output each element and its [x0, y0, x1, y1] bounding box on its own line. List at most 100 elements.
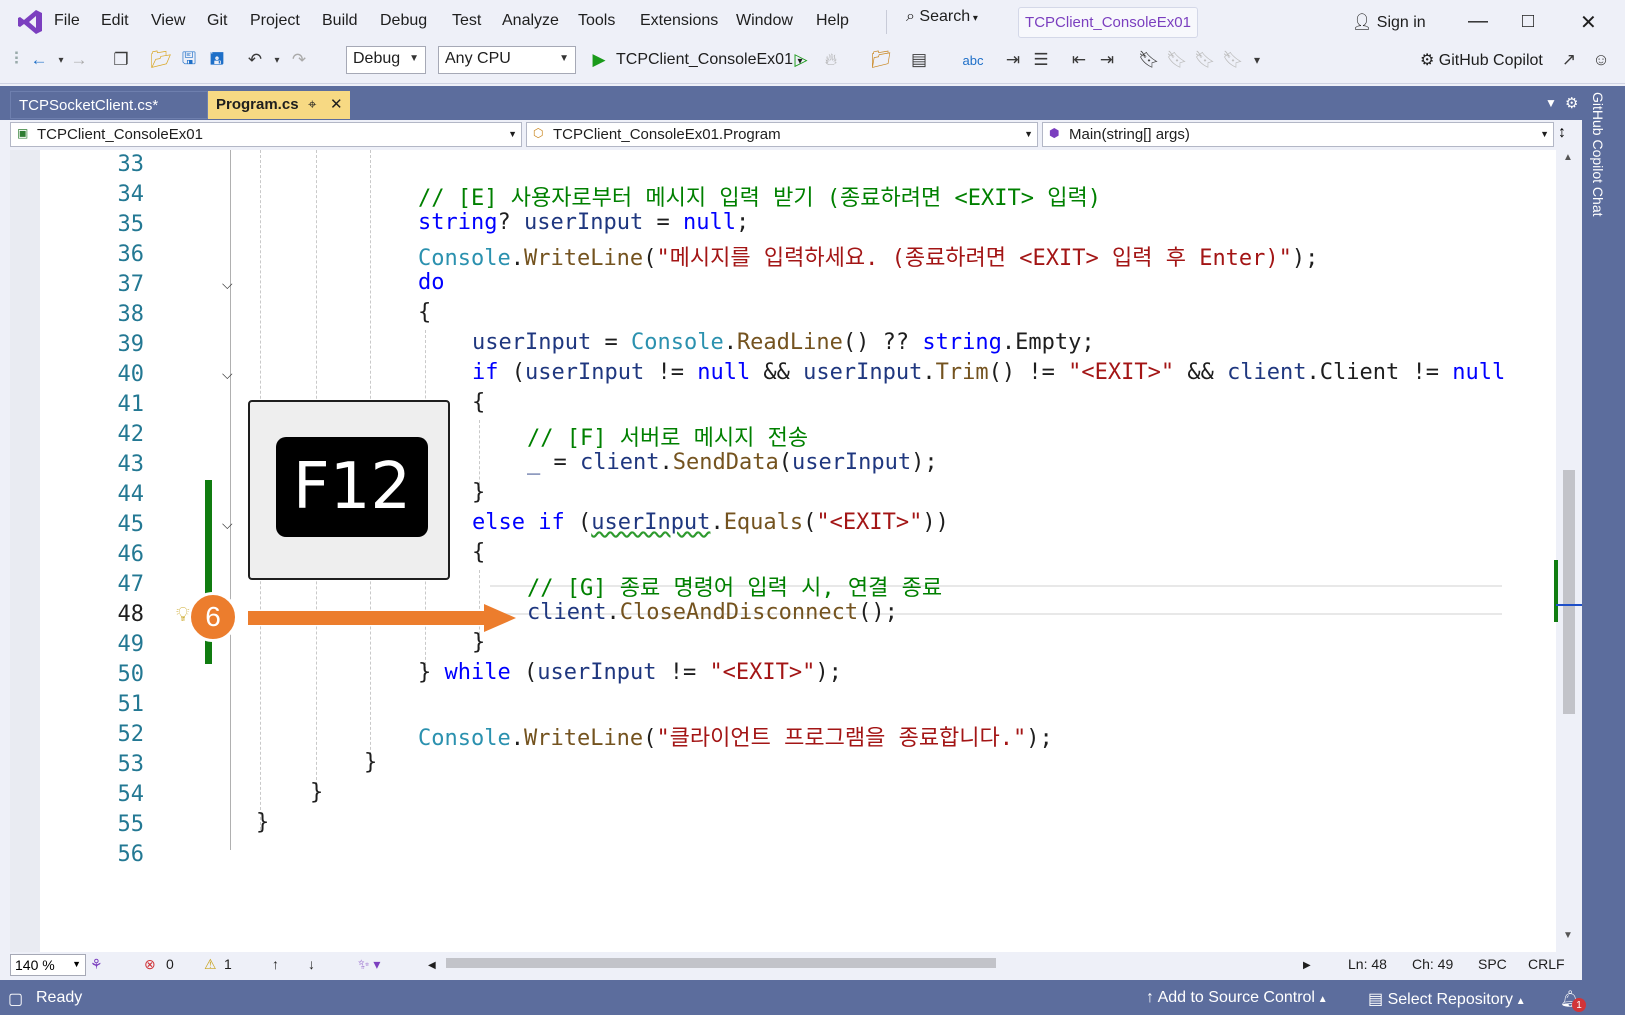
undo-icon[interactable]: ↶ — [244, 50, 266, 70]
hot-reload-icon[interactable]: 🔥︎ — [820, 50, 842, 70]
menu-file[interactable]: File — [54, 12, 80, 30]
run-target-button[interactable]: TCPClient_ConsoleEx01 ▾ — [616, 51, 802, 69]
line-indicator[interactable]: Ln: 48 — [1348, 956, 1387, 972]
new-project-icon[interactable]: ❐ — [110, 50, 132, 70]
pin-icon[interactable]: ⌖ — [308, 96, 316, 113]
menu-help[interactable]: Help — [816, 12, 849, 30]
menu-extensions[interactable]: Extensions — [640, 12, 718, 30]
code-cleanup-icon[interactable]: ✨︎ ▾ — [358, 956, 380, 973]
bookmark-icon[interactable]: 🔖︎ — [1138, 50, 1160, 70]
member-nav-select[interactable]: ⬢ Main(string[] args) ▼ — [1042, 122, 1554, 147]
outdent-icon[interactable]: ⇥ — [1096, 50, 1118, 70]
close-window-button[interactable]: ✕ — [1580, 10, 1597, 35]
output-window-icon[interactable]: ▢ — [8, 989, 23, 1009]
project-nav-select[interactable]: ▣ TCPClient_ConsoleEx01 ▼ — [10, 122, 522, 147]
zoom-select[interactable]: 140 % ▼ — [10, 954, 86, 976]
punct: . — [659, 450, 673, 475]
search-button[interactable]: ⌕ Search ▾ — [906, 8, 978, 36]
warning-icon[interactable]: ⚠ — [204, 956, 217, 973]
split-window-icon[interactable]: ↕ — [1558, 124, 1566, 142]
copilot-chat-side-tab[interactable]: GitHub Copilot Chat — [1590, 92, 1606, 217]
platform-value: Any CPU — [445, 50, 511, 67]
column-indicator[interactable]: Ch: 49 — [1412, 956, 1453, 972]
code-line-36: Console.WriteLine("메시지를 입력하세요. (종료하려면 <E… — [418, 240, 1318, 272]
platform-select[interactable]: Any CPU ▼ — [438, 46, 576, 74]
start-debugging-icon[interactable]: ▶ — [588, 50, 610, 70]
menu-view[interactable]: View — [151, 12, 185, 30]
toolbar-overflow-icon[interactable]: ▾ — [1246, 50, 1268, 70]
brace: { — [418, 300, 432, 325]
horizontal-scroll-thumb[interactable] — [446, 958, 996, 968]
collapse-chevron-icon[interactable]: ⌵ — [222, 276, 233, 293]
save-icon[interactable]: 🖫︎ — [178, 49, 200, 70]
person-add-icon: 👤︎ — [1352, 14, 1377, 31]
select-repository-button[interactable]: ▤ Select Repository ▲ — [1368, 989, 1526, 1009]
collapse-chevron-icon[interactable]: ⌵ — [222, 516, 233, 533]
sign-in-button[interactable]: 👤︎ Sign in — [1352, 12, 1426, 32]
configuration-value: Debug — [353, 50, 401, 67]
step-into-icon[interactable]: ⇥ — [1002, 50, 1024, 70]
close-tab-icon[interactable]: ✕ — [330, 95, 343, 113]
scroll-left-icon[interactable]: ◀ — [428, 960, 436, 971]
menu-project[interactable]: Project — [250, 12, 300, 30]
configuration-select[interactable]: Debug ▼ — [346, 46, 426, 74]
line-number: 42 — [117, 422, 145, 447]
line-ending-indicator[interactable]: CRLF — [1528, 956, 1565, 972]
scroll-down-icon[interactable]: ▼ — [1563, 930, 1573, 941]
menu-build[interactable]: Build — [322, 12, 358, 30]
class-nav-select[interactable]: ⬡ TCPClient_ConsoleEx01.Program ▼ — [526, 122, 1038, 147]
prev-bookmark-icon[interactable]: 🔖︎ — [1166, 50, 1188, 70]
maximize-button[interactable]: □ — [1522, 10, 1534, 33]
whitespace-indicator[interactable]: SPC — [1478, 956, 1507, 972]
vertical-scroll-thumb[interactable] — [1563, 470, 1575, 714]
code-map-icon[interactable]: ☰ — [1030, 50, 1052, 70]
save-all-icon[interactable]: 🖪︎ — [206, 49, 228, 70]
string-literal: "클라이언트 프로그램을 종료합니다." — [656, 726, 1027, 751]
settings-gear-icon[interactable]: ⚙ — [1565, 94, 1578, 112]
github-copilot-button[interactable]: ⚙︎ GitHub Copilot — [1420, 50, 1543, 70]
undo-dropdown-icon[interactable]: ▾ — [266, 50, 288, 70]
error-count[interactable]: 0 — [166, 956, 174, 972]
next-bookmark-icon[interactable]: 🔖︎ — [1194, 50, 1216, 70]
menu-test[interactable]: Test — [452, 12, 481, 30]
open-folder-icon[interactable]: 📂︎ — [150, 50, 172, 70]
keyword: string — [418, 210, 498, 235]
string-literal: "메시지를 입력하세요. (종료하려면 <EXIT> 입력 후 Enter)" — [656, 246, 1292, 271]
tab-list-dropdown-icon[interactable]: ▼ — [1545, 96, 1557, 110]
scroll-right-icon[interactable]: ▶ — [1303, 960, 1311, 971]
chevron-up-icon: ▲ — [1512, 996, 1526, 1007]
identifier: client — [580, 450, 660, 475]
menu-debug[interactable]: Debug — [380, 12, 427, 30]
spell-check-icon[interactable]: abc — [962, 50, 984, 70]
intellicode-icon[interactable]: ⚘ — [90, 956, 103, 973]
next-issue-icon[interactable]: ↓ — [308, 956, 315, 972]
minimize-button[interactable]: — — [1468, 10, 1488, 33]
solution-explorer-icon[interactable]: 📁︎ — [870, 50, 892, 70]
share-icon[interactable]: ↗ — [1558, 50, 1580, 70]
collapse-chevron-icon[interactable]: ⌵ — [222, 366, 233, 383]
navigate-back-icon[interactable]: ← — [28, 50, 50, 70]
menu-git[interactable]: Git — [207, 12, 227, 30]
error-icon[interactable]: ⊗ — [144, 956, 156, 973]
previous-issue-icon[interactable]: ↑ — [272, 956, 279, 972]
tab-tcpsocketclient[interactable]: TCPSocketClient.cs* — [10, 91, 208, 119]
visual-studio-logo-icon[interactable] — [16, 8, 44, 36]
scroll-up-icon[interactable]: ▲ — [1563, 152, 1573, 163]
redo-icon[interactable]: ↷ — [288, 50, 310, 70]
feedback-icon[interactable]: ☺ — [1590, 50, 1612, 70]
tab-program[interactable]: Program.cs ⌖ ✕ — [208, 91, 350, 119]
menu-window[interactable]: Window — [736, 12, 793, 30]
layout-icon[interactable]: ▤ — [908, 50, 930, 70]
chevron-down-icon: ▼ — [1540, 129, 1549, 139]
navigate-forward-icon[interactable]: → — [68, 50, 90, 70]
indent-icon[interactable]: ⇤ — [1068, 50, 1090, 70]
menu-analyze[interactable]: Analyze — [502, 12, 559, 30]
warning-count[interactable]: 1 — [224, 956, 232, 972]
menu-tools[interactable]: Tools — [578, 12, 615, 30]
keyword: if — [472, 360, 499, 385]
clear-bookmarks-icon[interactable]: 🔖︎ — [1222, 50, 1244, 70]
menu-edit[interactable]: Edit — [101, 12, 129, 30]
add-to-source-control-button[interactable]: ↑ Add to Source Control ▲ — [1146, 989, 1328, 1007]
select-repo-label: Select Repository — [1387, 991, 1513, 1008]
start-without-debugging-icon[interactable]: ▷ — [790, 50, 812, 70]
